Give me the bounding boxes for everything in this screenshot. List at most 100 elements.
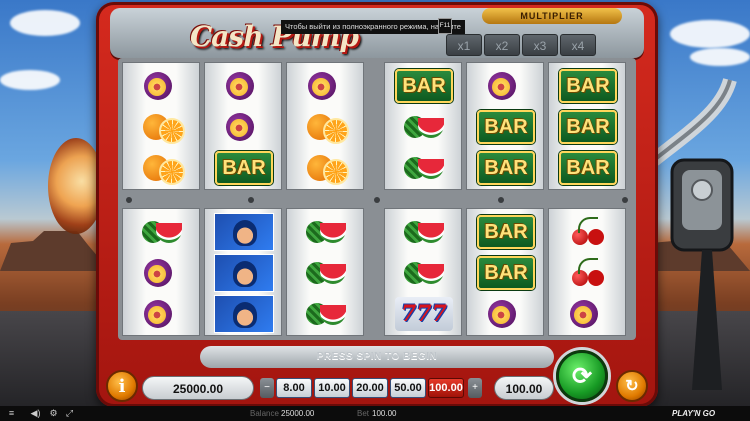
bar-symbol-text: BAR [566, 156, 610, 179]
reel-cell [214, 67, 274, 105]
bar-symbol-icon: BAR [477, 151, 535, 185]
bar-symbol-icon: BAR [559, 151, 617, 185]
bet-chip-8[interactable]: 8.00 [276, 378, 312, 398]
bar-symbol-text: BAR [566, 74, 610, 97]
reel [204, 208, 282, 336]
bar-symbol-text: BAR [484, 115, 528, 138]
bar-symbol-icon: BAR [559, 110, 617, 144]
bar-symbol-icon: BAR [477, 215, 535, 249]
reel-cell: BAR [476, 213, 536, 251]
spin-button[interactable]: ⟳ [556, 350, 608, 402]
plum-symbol-icon [488, 300, 524, 328]
bar-symbol-text: BAR [566, 115, 610, 138]
reel-cell [132, 295, 192, 333]
bolt [248, 197, 254, 203]
reel-cell: BAR [476, 108, 536, 146]
spin-icon: ⟳ [571, 362, 593, 390]
reel [548, 208, 626, 336]
reel-cell [296, 67, 356, 105]
bet-chip-20[interactable]: 20.00 [352, 378, 388, 398]
bar-symbol-text: BAR [222, 156, 266, 179]
bet-increase-button[interactable]: + [468, 378, 482, 398]
melon-symbol-icon [404, 260, 444, 286]
melon-symbol-icon [306, 301, 346, 327]
reel-cell: BAR [558, 108, 618, 146]
bet-decrease-button[interactable]: − [260, 378, 274, 398]
bet-display: 100.00 [494, 376, 554, 400]
control-panel: i 25000.00 − 8.00 10.00 20.00 50.00 100.… [100, 350, 652, 404]
bet-chip-10[interactable]: 10.00 [314, 378, 350, 398]
reel-cell [296, 213, 356, 251]
reel-cell: BAR [558, 149, 618, 187]
plum-symbol-icon [570, 300, 606, 328]
bolt [498, 197, 504, 203]
menu-icon[interactable]: ≡ [6, 408, 17, 419]
orange-symbol-icon [307, 112, 349, 144]
autoplay-icon: ↻ [625, 378, 639, 395]
fuel-nozzle-icon [652, 77, 737, 390]
bar-symbol-icon: BAR [215, 151, 273, 185]
cloud [10, 10, 80, 36]
sound-icon[interactable]: ◀) [30, 408, 41, 419]
bar-symbol-text: BAR [402, 74, 446, 97]
reel-cell: 777 [394, 295, 454, 333]
reel-cell [558, 295, 618, 333]
reel [122, 208, 200, 336]
reel: BAR [384, 62, 462, 190]
bolt [622, 197, 628, 203]
hero-symbol-icon [214, 295, 274, 333]
multiplier-x3-button[interactable]: x3 [522, 34, 558, 56]
reel-cell [394, 254, 454, 292]
status-bet-label: Bet [357, 409, 370, 418]
reel: BAR BAR [466, 62, 544, 190]
cloud [0, 70, 60, 90]
plum-symbol-icon [144, 259, 180, 287]
plum-symbol-icon [226, 113, 262, 141]
reel [286, 62, 364, 190]
melon-symbol-icon [404, 219, 444, 245]
seven-symbol-text: 777 [401, 301, 447, 327]
melon-symbol-icon [142, 219, 182, 245]
reel: 777 [384, 208, 462, 336]
plum-symbol-icon [226, 72, 262, 100]
reel-cell [476, 67, 536, 105]
melon-symbol-icon [404, 155, 444, 181]
balance-display: 25000.00 [142, 376, 254, 400]
bolt [126, 197, 132, 203]
plum-symbol-icon [144, 300, 180, 328]
bar-symbol-icon: BAR [559, 69, 617, 103]
reel-cell [132, 213, 192, 251]
reel-cell: BAR [476, 254, 536, 292]
brand-logo: PLAY'N GO [672, 409, 716, 418]
mesa-left [0, 231, 110, 271]
reel-cell [558, 213, 618, 251]
info-button[interactable]: i [106, 370, 138, 402]
bar-symbol-text: BAR [484, 261, 528, 284]
reel-cell [296, 295, 356, 333]
bet-chip-50[interactable]: 50.00 [390, 378, 426, 398]
reel-cell [558, 254, 618, 292]
multiplier-x4-button[interactable]: x4 [560, 34, 596, 56]
bar-symbol-icon: BAR [395, 69, 453, 103]
reel-cell: BAR [476, 149, 536, 187]
message-bar: PRESS SPIN TO BEGIN [200, 346, 554, 368]
hero-symbol-icon [214, 254, 274, 292]
reel-cell [394, 213, 454, 251]
autoplay-button[interactable]: ↻ [616, 370, 648, 402]
bet-chip-100[interactable]: 100.00 [428, 378, 464, 398]
status-balance-label: Balance [250, 409, 279, 418]
cherry-symbol-icon [570, 217, 606, 247]
game-stage: Cash Pump MULTIPLIER x1 x2 x3 x4 BAR BAR B… [0, 0, 750, 421]
multiplier-x2-button[interactable]: x2 [484, 34, 520, 56]
settings-icon[interactable]: ⚙ [48, 408, 59, 419]
fullscreen-icon[interactable]: ⤢ [64, 408, 75, 419]
reel-cell [214, 295, 274, 333]
slot-machine: Cash Pump MULTIPLIER x1 x2 x3 x4 BAR BAR B… [96, 2, 658, 407]
status-bar: ≡ ◀) ⚙ ⤢ Balance 25000.00 Bet 100.00 PLA… [0, 406, 750, 421]
orange-symbol-icon [143, 153, 185, 185]
seven-symbol-icon: 777 [395, 297, 453, 331]
reel-cell: BAR [214, 149, 274, 187]
cloud [690, 48, 750, 66]
bolt [374, 197, 380, 203]
multiplier-x1-button[interactable]: x1 [446, 34, 482, 56]
